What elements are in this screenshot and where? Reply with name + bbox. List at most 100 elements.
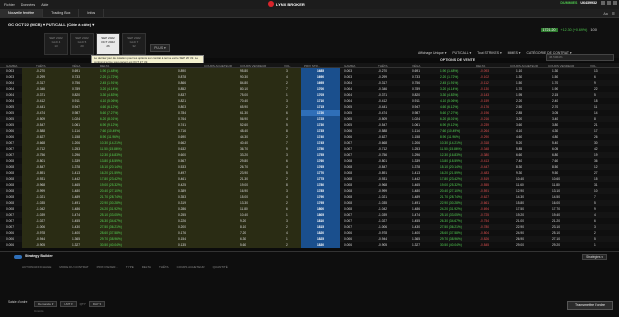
- cell-lb[interactable]: 0.497: [178, 171, 186, 175]
- cell-ld[interactable]: 28.60 (37.58%): [100, 231, 122, 235]
- cell-lvol[interactable]: 8: [286, 183, 288, 187]
- cell-rd[interactable]: 29.70 (38.96%): [440, 237, 462, 241]
- cell-ra[interactable]: 4.30: [552, 129, 558, 133]
- cell-rdelta[interactable]: -0.159: [480, 99, 489, 103]
- cell-rd[interactable]: 15.10 (20.14%): [440, 165, 462, 169]
- cell-lg[interactable]: 0.003: [6, 75, 14, 79]
- cell-lb[interactable]: 0.852: [178, 87, 186, 91]
- cell-ld[interactable]: 30.50 (40.04%): [100, 243, 122, 247]
- cell-lb[interactable]: 0.784: [178, 111, 186, 115]
- cell-rd[interactable]: 21.70 (28.74%): [440, 195, 462, 199]
- sb-col[interactable]: DELTA: [142, 265, 151, 269]
- cell-rg[interactable]: 0.008: [344, 177, 352, 181]
- cell-rg[interactable]: 0.007: [344, 213, 352, 217]
- cell-lvol[interactable]: 7: [286, 87, 288, 91]
- cell-ra[interactable]: 2.15: [552, 93, 558, 97]
- cell-rv[interactable]: 1.061: [412, 123, 420, 127]
- cell-lv[interactable]: 1.327: [72, 243, 80, 247]
- cell-rdelta[interactable]: -0.519: [480, 177, 489, 181]
- cell-rv[interactable]: 0.987: [412, 111, 420, 115]
- cell-lt[interactable]: -0.474: [36, 111, 45, 115]
- cell-lg[interactable]: 0.004: [6, 87, 14, 91]
- cell-rdelta[interactable]: -0.826: [480, 237, 489, 241]
- cell-lb[interactable]: 0.353: [178, 195, 186, 199]
- cell-rb[interactable]: 19.20: [516, 213, 524, 217]
- cell-ld[interactable]: 25.10 (33.05%): [100, 213, 122, 217]
- cell-rv[interactable]: 1.339: [412, 159, 420, 163]
- cell-rb[interactable]: 14.30: [516, 195, 524, 199]
- cell-lt[interactable]: -0.317: [36, 81, 45, 85]
- cell-rvol[interactable]: 18: [594, 99, 598, 103]
- symbol-selector[interactable]: GC OCT'22 (MCB) ▾ PUT/CALL (Côte à côte)…: [8, 22, 94, 27]
- cell-rb[interactable]: 3.60: [516, 123, 522, 127]
- cell-ld[interactable]: 22.90 (30.28%): [100, 201, 122, 205]
- cell-lt[interactable]: -0.756: [36, 153, 45, 157]
- cell-rt[interactable]: -0.299: [378, 75, 387, 79]
- cell-lg[interactable]: 0.008: [6, 201, 14, 205]
- cell-rb[interactable]: 8.30: [516, 165, 522, 169]
- cell-lv[interactable]: 0.691: [72, 69, 80, 73]
- cell-rv[interactable]: 1.480: [412, 189, 420, 193]
- cell-ra[interactable]: 21.20: [552, 219, 560, 223]
- cell-rt[interactable]: -0.509: [378, 117, 387, 121]
- cell-ld[interactable]: 5.60 (7.27%): [100, 111, 118, 115]
- cell-rg[interactable]: 0.003: [344, 69, 352, 73]
- cell-lb[interactable]: 0.890: [178, 69, 186, 73]
- cell-rv[interactable]: 0.756: [412, 81, 420, 85]
- cell-rg[interactable]: 0.006: [344, 231, 352, 235]
- cell-ra[interactable]: 2.40: [552, 99, 558, 103]
- cell-rg[interactable]: 0.006: [344, 129, 352, 133]
- cell-rdelta[interactable]: -0.754: [480, 219, 489, 223]
- cell-lg[interactable]: 0.004: [6, 99, 14, 103]
- cell-lvol[interactable]: 5: [286, 123, 288, 127]
- cell-rt[interactable]: -1.006: [378, 225, 387, 229]
- cell-ra[interactable]: 1.90: [552, 87, 558, 91]
- col-theta-left[interactable]: THÊTA: [36, 64, 46, 68]
- cell-lv[interactable]: 1.491: [72, 201, 80, 205]
- cell-ra[interactable]: 13.10: [552, 189, 560, 193]
- col-vega-left[interactable]: VÉGA: [72, 64, 80, 68]
- cell-rd[interactable]: 10.30 (14.21%): [440, 141, 462, 145]
- expiration-tab[interactable]: SEP 2022 GLD 7 32: [122, 33, 146, 55]
- chain-row[interactable]: 0.006 -0.905 1.327 30.50 (40.04%) 0.135 5.60 2…: [0, 242, 619, 248]
- cell-la[interactable]: 19.00: [240, 183, 248, 187]
- cell-lb[interactable]: 0.567: [178, 159, 186, 163]
- cell-rd[interactable]: 2.20 (1.72%): [440, 75, 458, 79]
- cell-ld[interactable]: 27.50 (36.21%): [100, 225, 122, 229]
- cell-rdelta[interactable]: -0.112: [480, 81, 489, 85]
- put-call-dropdown[interactable]: PUT/CALL ▾: [452, 51, 471, 55]
- cell-rv[interactable]: 1.442: [412, 177, 420, 181]
- cell-rv[interactable]: 0.947: [412, 105, 420, 109]
- maximize-icon[interactable]: [607, 1, 611, 5]
- cell-lvol[interactable]: 2: [286, 81, 288, 85]
- cell-lb[interactable]: 0.425: [178, 183, 186, 187]
- cell-lt[interactable]: -0.801: [36, 159, 45, 163]
- cell-lv[interactable]: 0.820: [72, 93, 80, 97]
- cell-rd[interactable]: 24.20 (31.92%): [440, 207, 462, 211]
- cell-rdelta[interactable]: -0.093: [480, 69, 489, 73]
- cell-rd[interactable]: 30.50 (40.04%): [440, 243, 462, 247]
- cell-rdelta[interactable]: -0.143: [480, 93, 489, 97]
- cell-lb[interactable]: 0.878: [178, 75, 186, 79]
- cell-lt[interactable]: -0.627: [36, 135, 45, 139]
- cell-rvol[interactable]: 31: [594, 183, 598, 187]
- cell-rt[interactable]: -0.944: [378, 237, 387, 241]
- cell-rg[interactable]: 0.004: [344, 81, 352, 85]
- cell-rt[interactable]: -0.668: [378, 141, 387, 145]
- cell-la[interactable]: 9.20: [240, 219, 246, 223]
- cell-rd[interactable]: 6.20 (8.01%): [440, 117, 458, 121]
- cell-lv[interactable]: 1.114: [72, 129, 80, 133]
- cell-la[interactable]: 40.40: [240, 141, 248, 145]
- cell-la[interactable]: 70.40: [240, 99, 248, 103]
- cell-rdelta[interactable]: -0.216: [480, 117, 489, 121]
- cell-rb[interactable]: 1.10: [516, 69, 522, 73]
- cell-rvol[interactable]: 26: [594, 135, 598, 139]
- cell-rvol[interactable]: 4: [594, 213, 596, 217]
- cell-ld[interactable]: 26.30 (34.67%): [100, 219, 122, 223]
- cell-lt[interactable]: -1.035: [36, 201, 45, 205]
- cell-lvol[interactable]: 2: [286, 105, 288, 109]
- cell-la[interactable]: 21.30: [240, 177, 248, 181]
- cell-ld[interactable]: 17.80 (23.42%): [100, 177, 122, 181]
- cell-rb[interactable]: 10.40: [516, 177, 524, 181]
- cell-rd[interactable]: 12.30 (16.83%): [440, 153, 462, 157]
